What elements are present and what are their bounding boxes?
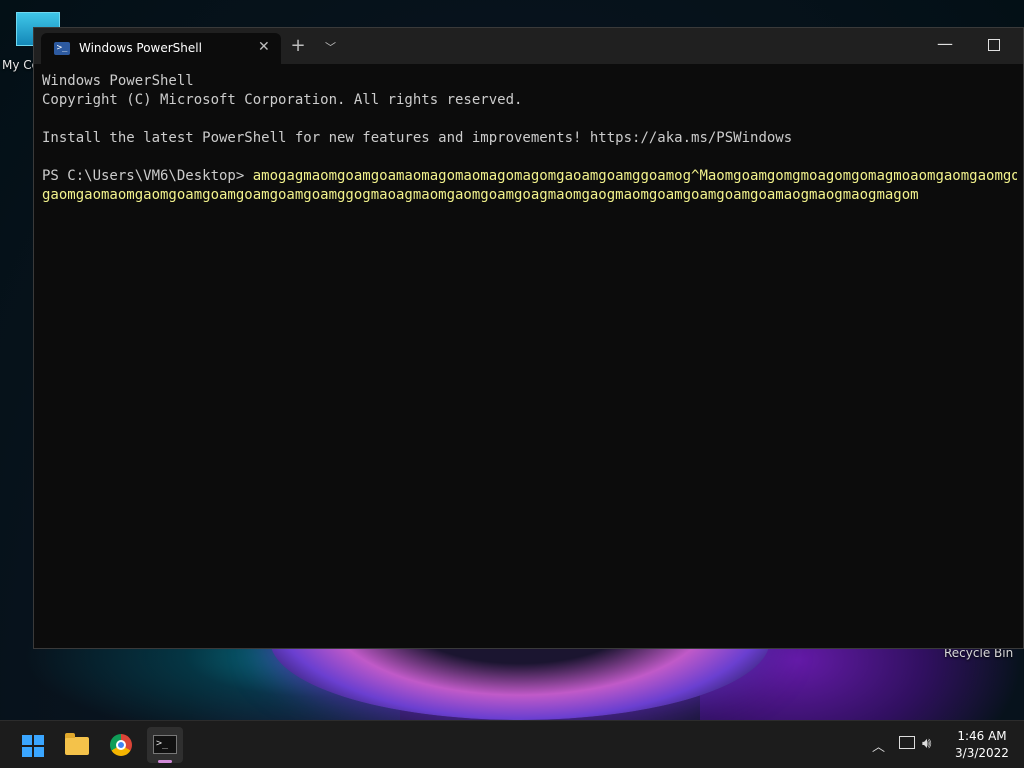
chrome-icon [110,734,132,756]
minimize-icon[interactable]: — [937,34,953,53]
clock-date[interactable]: 3/3/2022 [948,746,1016,760]
clock-time[interactable]: 1:46 AM [948,729,1016,743]
taskbar: >_ ︿ 🔊︎ 1:46 AM 3/3/2022 [0,720,1024,768]
console-output[interactable]: Windows PowerShell Copyright (C) Microsof… [42,72,1017,642]
volume-icon[interactable]: 🔊︎ [922,734,931,752]
tab-title: Windows PowerShell [79,41,202,55]
windows-logo-icon [22,735,44,757]
title-bar[interactable]: >_ Windows PowerShell ✕ + ﹀ — [34,28,1023,64]
show-hidden-icons-chevron-icon[interactable]: ︿ [872,736,885,755]
folder-icon [65,733,89,755]
command-line: PS C:\Users\VM6\Desktop> amogagmaomgoamg… [42,167,1017,186]
console-line: Copyright (C) Microsoft Corporation. All… [42,92,523,108]
typed-command: amogagmaomgoamgoamaomagomaomagomagomgaoa… [252,168,1017,184]
tab-windows-powershell[interactable]: >_ Windows PowerShell ✕ [41,33,281,64]
tab-close-icon[interactable]: ✕ [258,39,270,55]
prompt: PS C:\Users\VM6\Desktop> [42,168,253,184]
powershell-window[interactable]: >_ Windows PowerShell ✕ + ﹀ — Windows Po… [33,27,1024,649]
running-indicator [158,760,172,763]
chevron-down-icon[interactable]: ﹀ [325,39,336,55]
console-line: Install the latest PowerShell for new fe… [42,130,793,146]
chrome-button[interactable] [103,727,139,763]
maximize-icon[interactable] [988,39,1000,51]
powershell-icon: >_ [54,42,70,55]
new-tab-plus-icon[interactable]: + [290,35,306,56]
file-explorer-button[interactable] [58,727,94,763]
console-line: Windows PowerShell [42,73,194,89]
typed-command-wrap: gaomgaomaomgaomgoamgoamgoamgoamgoamggogm… [42,187,919,203]
terminal-button[interactable]: >_ [147,727,183,763]
start-button[interactable] [14,727,50,763]
terminal-icon: >_ [153,735,177,754]
network-icon[interactable] [899,736,915,749]
